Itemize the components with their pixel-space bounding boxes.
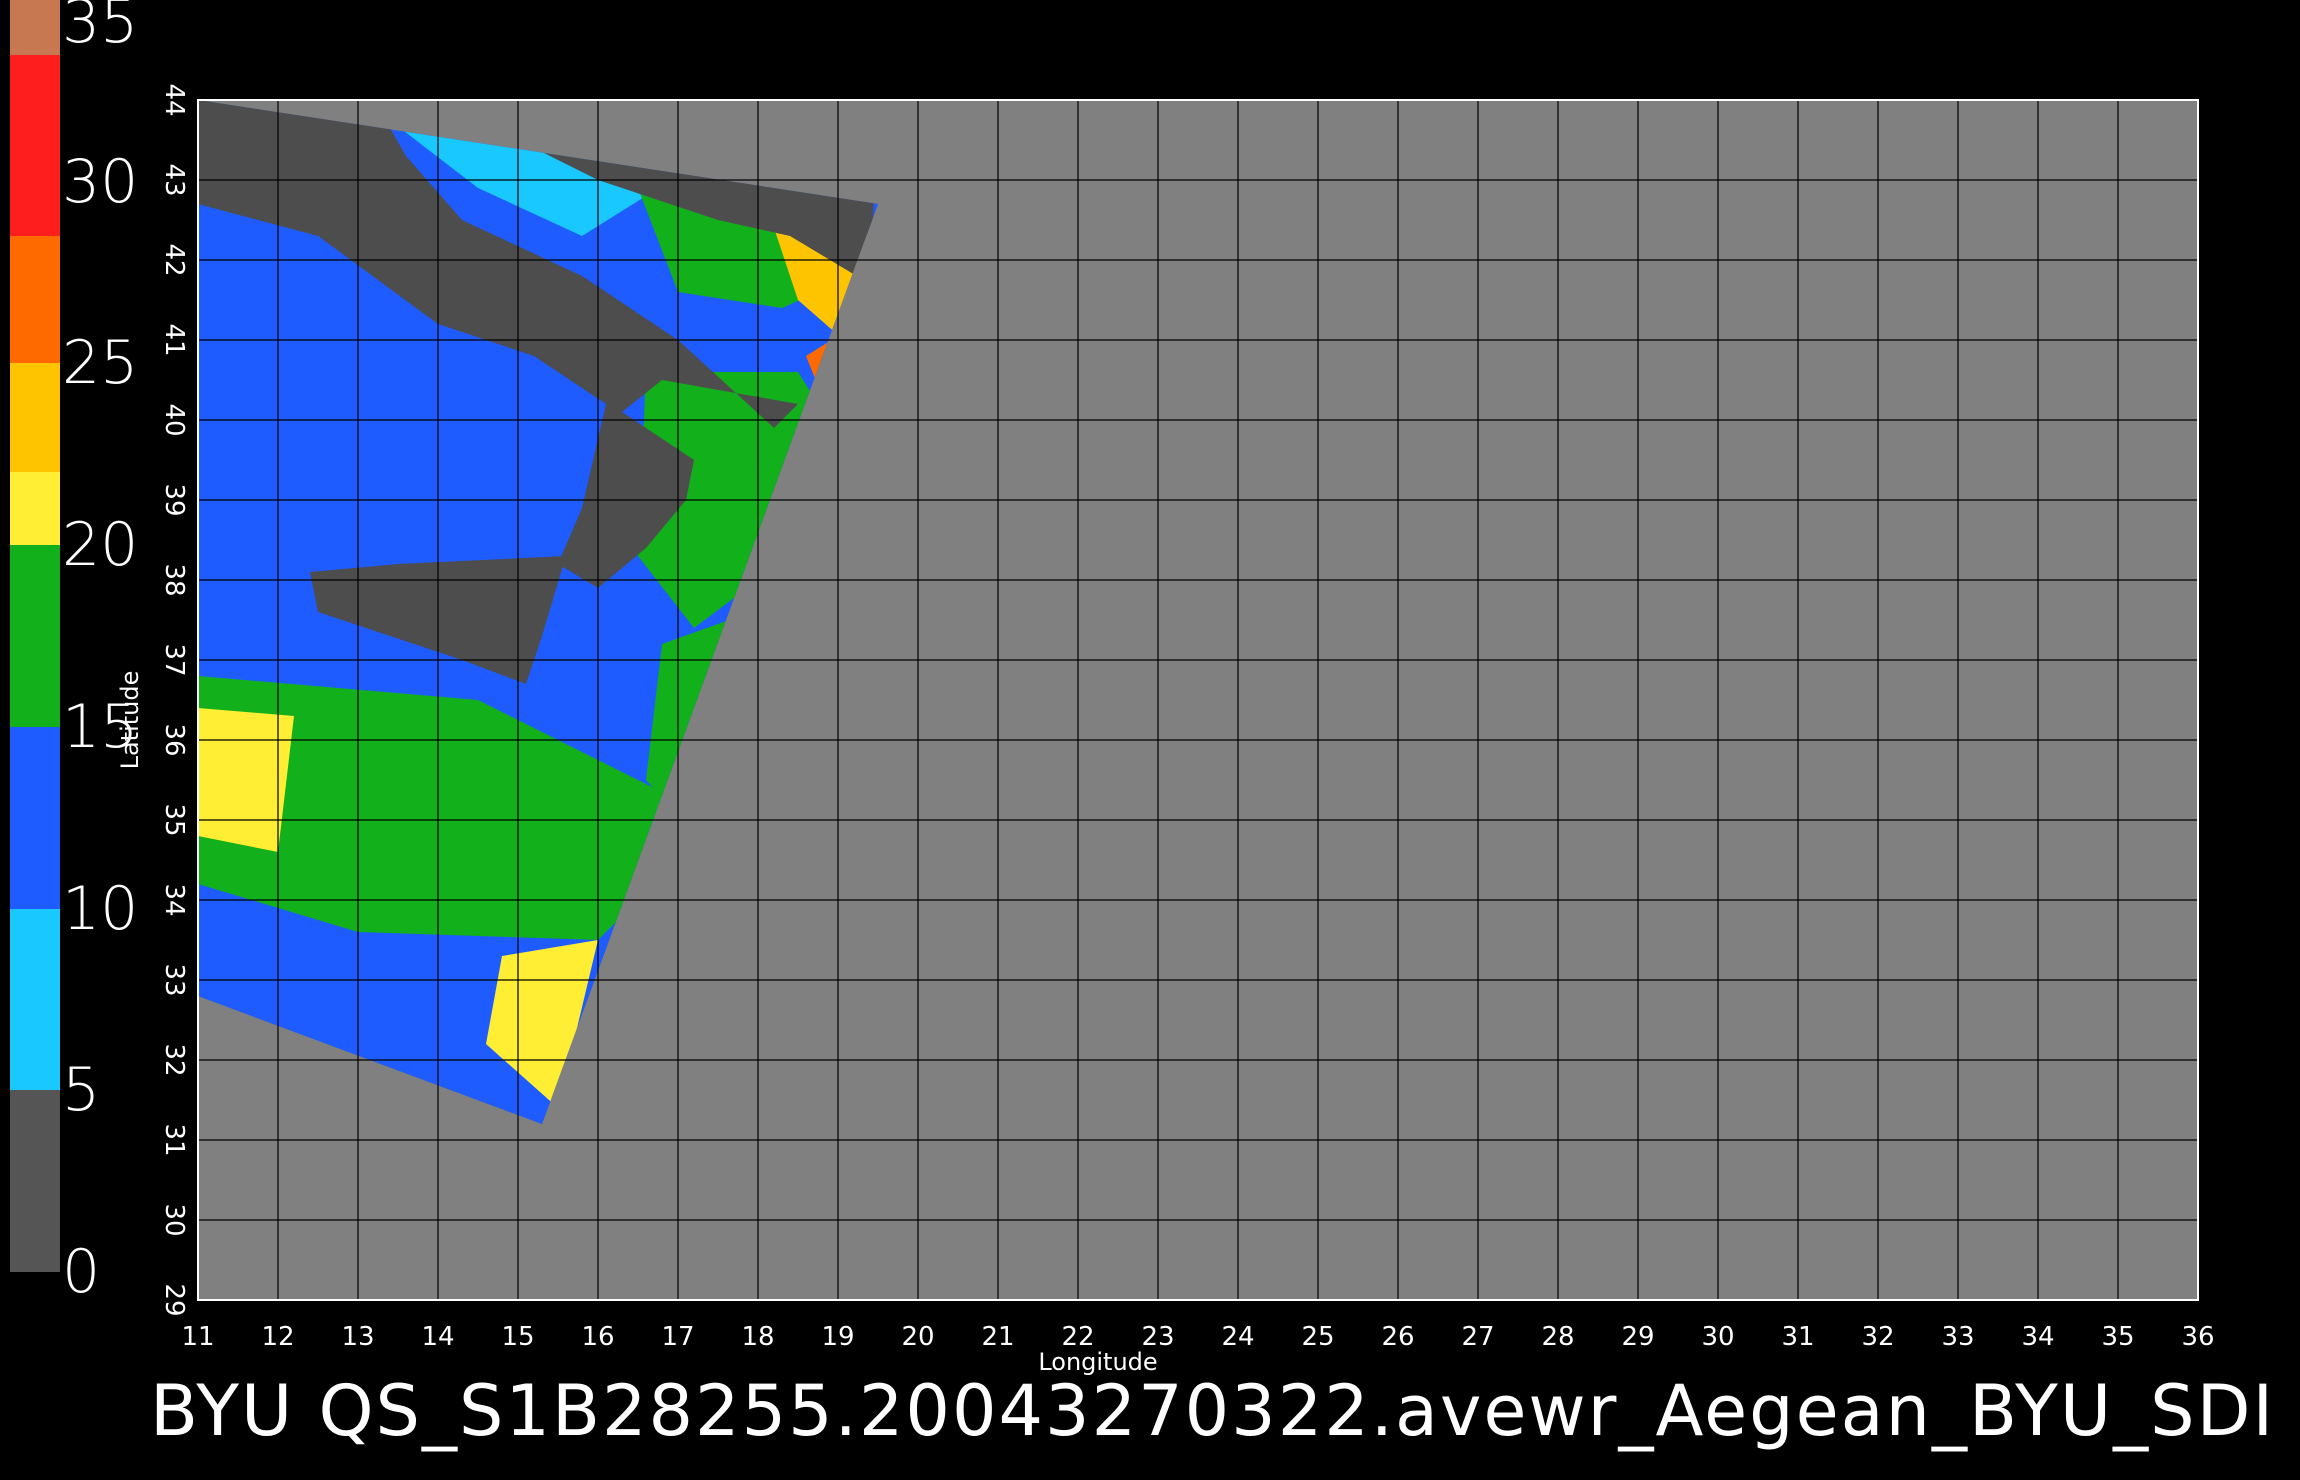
latitude-tick-label: 30 [159, 1203, 189, 1236]
latitude-tick-label: 37 [159, 643, 189, 676]
longitude-tick-label: 31 [1781, 1322, 1814, 1352]
y-axis-title: Latitude [116, 671, 144, 770]
latitude-tick-label: 32 [159, 1043, 189, 1076]
latitude-tick-label: 35 [159, 803, 189, 836]
longitude-tick-label: 17 [661, 1322, 694, 1352]
latitude-tick-label: 44 [159, 83, 189, 116]
latitude-tick-label: 40 [159, 403, 189, 436]
longitude-tick-label: 25 [1301, 1322, 1334, 1352]
longitude-tick-label: 29 [1621, 1322, 1654, 1352]
latitude-tick-label: 43 [159, 163, 189, 196]
latitude-tick-label: 41 [159, 323, 189, 356]
latitude-tick-label: 29 [159, 1283, 189, 1316]
image-caption: BYU QS_S1B28255.20043270322.avewr_Aegean… [150, 1370, 2276, 1452]
strong-wind-zone [198, 708, 294, 852]
latitude-tick-label: 36 [159, 723, 189, 756]
longitude-tick-label: 26 [1381, 1322, 1414, 1352]
longitude-tick-label: 24 [1221, 1322, 1254, 1352]
longitude-tick-label: 34 [2021, 1322, 2054, 1352]
latitude-tick-label: 34 [159, 883, 189, 916]
map-figure: 35 30 25 20 15 10 5 0 11 12 13 14 15 16 17 18 19 20 21 22 2… [0, 0, 2300, 1480]
latitude-tick-label: 38 [159, 563, 189, 596]
longitude-tick-label: 30 [1701, 1322, 1734, 1352]
longitude-tick-label: 27 [1461, 1322, 1494, 1352]
longitude-tick-label: 16 [581, 1322, 614, 1352]
longitude-tick-label: 32 [1861, 1322, 1894, 1352]
longitude-tick-label: 18 [741, 1322, 774, 1352]
longitude-tick-label: 19 [821, 1322, 854, 1352]
longitude-tick-label: 33 [1941, 1322, 1974, 1352]
longitude-tick-label: 13 [341, 1322, 374, 1352]
longitude-tick-label: 11 [181, 1322, 214, 1352]
longitude-tick-label: 35 [2101, 1322, 2134, 1352]
longitude-tick-label: 36 [2181, 1322, 2214, 1352]
latitude-tick-label: 42 [159, 243, 189, 276]
longitude-tick-label: 12 [261, 1322, 294, 1352]
longitude-tick-label: 20 [901, 1322, 934, 1352]
longitude-tick-label: 14 [421, 1322, 454, 1352]
wind-map: 11 12 13 14 15 16 17 18 19 20 21 22 23 24 25 26 27 28 29 30… [116, 65, 2228, 1376]
latitude-tick-label: 31 [159, 1123, 189, 1156]
longitude-tick-label: 21 [981, 1322, 1014, 1352]
longitude-tick-label: 28 [1541, 1322, 1574, 1352]
longitude-tick-label: 15 [501, 1322, 534, 1352]
latitude-tick-label: 39 [159, 483, 189, 516]
latitude-tick-label: 33 [159, 963, 189, 996]
